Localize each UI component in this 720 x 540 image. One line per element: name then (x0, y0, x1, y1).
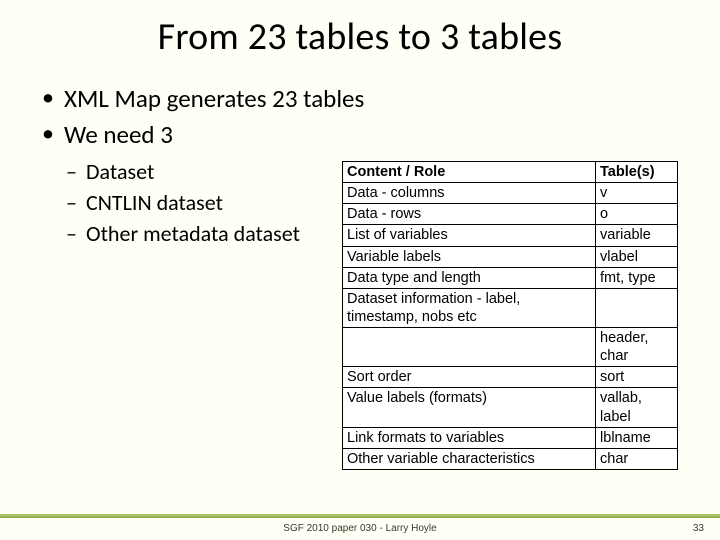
bullet-level1: We need 3 (42, 120, 678, 150)
table-cell: Data type and length (343, 267, 596, 288)
table-row: Data type and lengthfmt, type (343, 267, 678, 288)
table-row: Other variable characteristicschar (343, 448, 678, 469)
table-row: Dataset information - label, timestamp, … (343, 288, 678, 327)
table-header-cell: Content / Role (343, 162, 596, 183)
table-cell: Data - rows (343, 204, 596, 225)
table-cell: Data - columns (343, 183, 596, 204)
table-cell: Link formats to variables (343, 427, 596, 448)
footer-divider (0, 514, 720, 518)
table-cell: Other variable characteristics (343, 448, 596, 469)
table-cell: vlabel (596, 246, 678, 267)
page-number: 33 (693, 523, 704, 534)
slide: From 23 tables to 3 tables XML Map gener… (0, 0, 720, 540)
table-row: List of variablesvariable (343, 225, 678, 246)
table-cell: Value labels (formats) (343, 388, 596, 427)
table-cell: char (596, 448, 678, 469)
table-row: Variable labelsvlabel (343, 246, 678, 267)
footer-text: SGF 2010 paper 030 - Larry Hoyle (0, 523, 720, 534)
table-cell (596, 288, 678, 327)
table-row: Link formats to variableslblname (343, 427, 678, 448)
right-column: Content / Role Table(s) Data - columnsv … (342, 159, 678, 470)
table-cell: Sort order (343, 367, 596, 388)
table-cell: o (596, 204, 678, 225)
table-header-cell: Table(s) (596, 162, 678, 183)
table-row: Data - columnsv (343, 183, 678, 204)
table-cell: vallab, label (596, 388, 678, 427)
table-cell: v (596, 183, 678, 204)
two-column-area: Dataset CNTLIN dataset Other metadata da… (42, 159, 678, 470)
table-cell (343, 328, 596, 367)
table-cell: fmt, type (596, 267, 678, 288)
slide-title: From 23 tables to 3 tables (0, 0, 720, 60)
table-cell: List of variables (343, 225, 596, 246)
left-column: Dataset CNTLIN dataset Other metadata da… (42, 159, 342, 470)
table-cell: Variable labels (343, 246, 596, 267)
content-role-table: Content / Role Table(s) Data - columnsv … (342, 161, 678, 470)
table-cell: sort (596, 367, 678, 388)
bullet-level1: XML Map generates 23 tables (42, 84, 678, 114)
table-cell: Dataset information - label, timestamp, … (343, 288, 596, 327)
table-cell: lblname (596, 427, 678, 448)
bullet-level2: Dataset (42, 159, 342, 186)
table-cell: variable (596, 225, 678, 246)
table-row: Value labels (formats)vallab, label (343, 388, 678, 427)
table-row: Data - rowso (343, 204, 678, 225)
table-header-row: Content / Role Table(s) (343, 162, 678, 183)
bullet-level2: CNTLIN dataset (42, 190, 342, 217)
table-cell: header, char (596, 328, 678, 367)
table-row: Sort ordersort (343, 367, 678, 388)
bullet-level2: Other metadata dataset (42, 221, 342, 248)
slide-body: XML Map generates 23 tables We need 3 Da… (0, 60, 720, 470)
table-row: header, char (343, 328, 678, 367)
